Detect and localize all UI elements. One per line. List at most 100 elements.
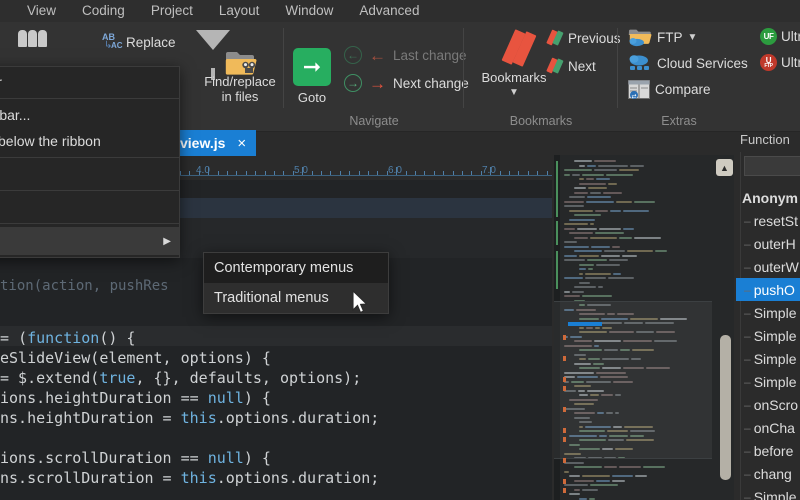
bookmark-previous-button[interactable]: Previous (546, 29, 621, 47)
minimap-token (574, 488, 580, 491)
ftp-button[interactable]: FTP ▼ (628, 28, 697, 47)
submenu-item-contemporary-menus[interactable]: Contemporary menus (204, 253, 388, 283)
function-panel-header: Function (740, 132, 790, 147)
function-list-item[interactable]: – onCha (736, 416, 800, 439)
code-line: = (function() { (0, 328, 135, 348)
menu-item-layout[interactable]: Layout (206, 0, 273, 22)
code-token: = $.extend( (0, 369, 100, 387)
function-list-panel[interactable]: Anonym – resetSt – outerH – outerW – pushO – Simpl… (736, 152, 800, 500)
tree-dash-icon: – (744, 259, 751, 274)
function-list-label: Anonym (742, 189, 798, 206)
menu-item[interactable]: olbar below the ribbon (0, 128, 179, 154)
replace-button[interactable]: AB ↳ AC Replace (100, 32, 176, 52)
menu-item-menus-submenu[interactable]: ▶ (0, 227, 179, 255)
function-list-item[interactable]: – pushO (736, 278, 800, 301)
function-list-item[interactable]: – Simple (736, 301, 800, 324)
chevron-down-icon[interactable]: ▼ (509, 88, 519, 98)
minimap-token (634, 200, 655, 203)
cloud-services-button[interactable]: Cloud Services (628, 54, 748, 73)
minimap-line (560, 240, 712, 244)
bookmark-next-button[interactable]: Next (546, 57, 596, 75)
editor-tab-view-js[interactable]: view.js × (172, 130, 257, 156)
function-list-item[interactable]: – Simple (736, 324, 800, 347)
ruler-tick (462, 171, 463, 175)
ruler-tick (490, 167, 492, 175)
function-list-root[interactable]: Anonym (736, 186, 800, 209)
menu-item-coding[interactable]: Coding (69, 0, 138, 22)
minimap-line (560, 474, 712, 478)
function-list-item[interactable]: – resetSt (736, 209, 800, 232)
ultraftp-button[interactable]: U FTP UltraFT (760, 54, 800, 71)
ruler-tick (405, 171, 407, 175)
close-icon[interactable]: × (237, 136, 246, 151)
minimap-token (585, 200, 614, 203)
ultraftp-label: UltraFT (781, 55, 800, 70)
menu-item-view[interactable]: View (14, 0, 69, 22)
minimap-line (560, 245, 712, 249)
function-list-item[interactable]: – Simple (736, 347, 800, 370)
toolbar-context-menu[interactable]: oolbar s Toolbar... olbar below the ribbon… (0, 66, 180, 258)
function-list-label: onCha (753, 419, 795, 436)
minimap-token (611, 475, 633, 477)
function-list-item[interactable]: – before (736, 439, 800, 462)
ruler-tick (330, 171, 332, 175)
function-search-input[interactable] (744, 156, 800, 176)
code-line-obscured: tion(action, pushRes (0, 278, 169, 294)
code-token: null (207, 389, 244, 407)
function-list-item[interactable]: – outerH (736, 232, 800, 255)
minimap-token (574, 187, 586, 189)
minimap-token (574, 479, 595, 482)
cloud-services-label: Cloud Services (657, 56, 748, 71)
bookmarks-button[interactable]: Bookmarks ▼ (472, 29, 556, 98)
minimap-line (560, 177, 712, 181)
menu-item-project[interactable]: Project (138, 0, 206, 22)
function-list-item[interactable]: – chang (736, 462, 800, 485)
minimap-token (564, 254, 578, 257)
ruler-tick (198, 171, 200, 175)
function-list-item[interactable]: – onScro (736, 393, 800, 416)
code-token: function (27, 329, 100, 347)
minimap-line (560, 222, 712, 226)
minimap-token (569, 209, 593, 212)
menu-item[interactable]: oolbar (0, 69, 179, 95)
minimap-token (590, 223, 595, 225)
code-line: ions.heightDuration == null) { (0, 388, 271, 408)
minimap-token (627, 250, 653, 252)
chevron-down-icon[interactable]: ▼ (688, 32, 698, 43)
circle-back-icon: ← (344, 46, 362, 64)
folder-search-icon (225, 50, 257, 75)
code-token: true (99, 369, 136, 387)
next-change-button[interactable]: → → Next change (344, 74, 469, 92)
minimap-line (560, 191, 712, 195)
compare-button[interactable]: ⇄ Compare (628, 80, 711, 100)
minimap-token (564, 259, 585, 261)
menu-item[interactable] (0, 194, 179, 220)
function-list-label: Simple (753, 304, 797, 321)
menu-item-label: oolbar (0, 74, 2, 90)
minimap-scroll-up-icon[interactable]: ▲ (716, 159, 733, 176)
ultrafinder-button[interactable]: UF UltraFi (760, 28, 800, 45)
find-replace-line2: in files (221, 89, 259, 104)
find-replace-in-files-button[interactable]: Find/replace in files (194, 50, 286, 104)
minimap-scrollbar-thumb[interactable] (720, 335, 731, 480)
ruler-tick (499, 171, 501, 175)
last-change-button[interactable]: ← ← Last change (344, 46, 467, 64)
minimap-token (564, 484, 588, 486)
menu-item-window[interactable]: Window (272, 0, 346, 22)
tree-dash-icon: – (744, 236, 751, 251)
ruler-tick (236, 171, 238, 175)
menu-item[interactable]: . (0, 161, 179, 187)
ribbon-group-extras: FTP ▼ Cloud Services ⇄ Compare UF Ultr U… (618, 22, 800, 132)
menu-item[interactable]: s Toolbar... (0, 102, 179, 128)
code-minimap[interactable]: ▲ (554, 155, 734, 500)
minimap-bookmark-marker (563, 428, 566, 433)
goto-button[interactable]: ➞ Goto (284, 48, 340, 105)
minimap-bookmark-marker (563, 377, 566, 382)
function-list-item[interactable]: – outerW (736, 255, 800, 278)
minimap-line (560, 159, 712, 163)
find-users-button[interactable] (18, 30, 47, 47)
function-list-item[interactable]: – Simple (736, 370, 800, 393)
menu-item-advanced[interactable]: Advanced (346, 0, 432, 22)
minimap-line (560, 263, 712, 267)
function-list-item[interactable]: – Simple (736, 485, 800, 500)
